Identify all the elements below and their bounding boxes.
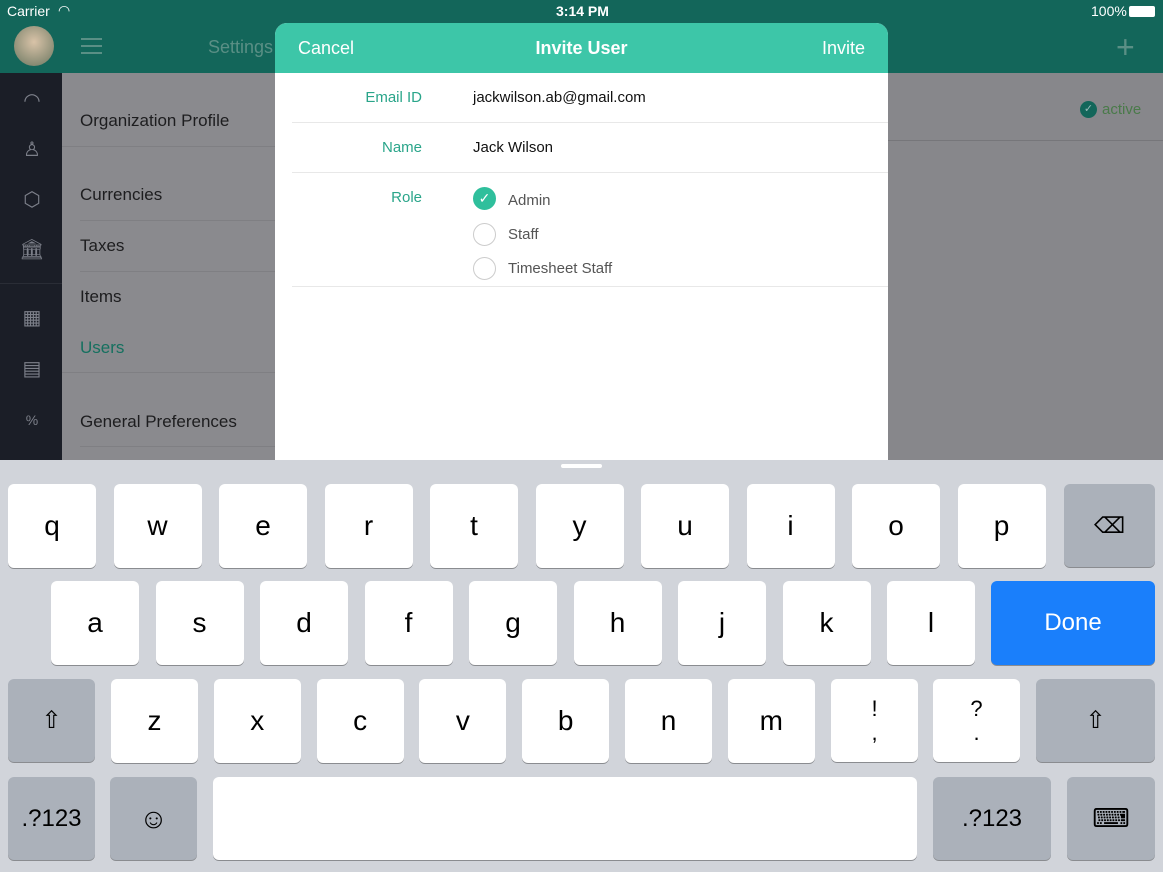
role-timesheet-staff-radio[interactable] [473,257,496,280]
menu-icon[interactable] [81,38,102,54]
numbers-right-key[interactable]: .?123 [933,777,1051,860]
battery-icon [1129,6,1155,17]
delete-key[interactable]: ⌫ [1064,484,1155,567]
key-e[interactable]: e [219,484,307,568]
status-badge: active [1102,101,1142,118]
page-title: Settings [208,37,274,57]
key-t[interactable]: t [430,484,518,568]
role-label: Role [391,189,422,206]
key-f[interactable]: f [364,581,453,665]
key-l[interactable]: l [887,581,975,665]
key-m[interactable]: m [727,679,815,763]
modal-title: Invite User [535,38,628,58]
key-h[interactable]: h [573,581,662,665]
emoji-key[interactable]: ☺ [110,777,197,860]
dismiss-keyboard-key[interactable]: ⌨ [1067,777,1155,860]
icon-sidebar: ◠ ♙ ⬡ 🏛 ▦ ▤ % [0,73,62,460]
wifi-icon: ◠ [58,2,71,18]
exclamation-comma-key[interactable]: ! , [831,679,918,762]
avatar[interactable] [14,26,54,66]
key-z[interactable]: z [111,679,198,763]
shift-right-key[interactable]: ⇧ [1036,679,1155,762]
settings-item-organization-profile[interactable]: Organization Profile [80,111,229,131]
modal-header: Cancel Invite User Invite [275,23,888,73]
keyboard-handle[interactable] [561,464,602,468]
settings-list: Organization Profile Currencies Taxes It… [62,73,275,460]
space-key[interactable] [213,777,917,860]
keyboard: qwertyuiopasdfghjklzxcvbnm ⌫ Done ⇧ ! , … [0,460,1163,872]
role-timesheet-staff-label[interactable]: Timesheet Staff [508,260,612,277]
items-box-icon[interactable]: ⬡ [19,187,45,213]
settings-item-currencies[interactable]: Currencies [80,185,162,205]
key-p[interactable]: p [957,484,1046,568]
role-staff-radio[interactable] [473,223,496,246]
invite-button[interactable]: Invite [822,38,865,59]
key-v[interactable]: v [419,679,507,763]
document-icon[interactable]: ▤ [19,356,45,382]
email-label: Email ID [365,89,422,106]
numbers-left-key[interactable]: .?123 [8,777,95,860]
role-admin-radio[interactable]: ✓ [473,187,496,210]
key-d[interactable]: d [260,581,348,665]
calculator-icon[interactable]: ▦ [19,305,45,331]
dashboard-icon[interactable]: ◠ [19,88,45,114]
role-staff-label[interactable]: Staff [508,226,539,243]
time: 3:14 PM [556,3,609,19]
settings-item-general-preferences[interactable]: General Preferences [80,412,237,432]
key-j[interactable]: j [678,581,766,665]
key-u[interactable]: u [641,484,729,568]
invite-user-modal: Cancel Invite User Invite Email ID jackw… [275,23,888,460]
banking-icon[interactable]: 🏛 [19,237,45,263]
add-icon[interactable]: + [1116,29,1135,66]
status-bar: Carrier ◠ 3:14 PM 100% [0,0,1163,23]
active-check-icon: ✓ [1080,101,1097,118]
key-r[interactable]: r [324,484,413,568]
settings-item-taxes[interactable]: Taxes [80,236,124,256]
key-g[interactable]: g [469,581,557,665]
user-detail-background: ✓ active [888,73,1163,460]
key-n[interactable]: n [625,679,712,763]
key-x[interactable]: x [213,679,301,763]
key-o[interactable]: o [852,484,940,568]
key-a[interactable]: a [51,581,139,665]
key-q[interactable]: q [8,484,96,568]
key-w[interactable]: w [113,484,202,568]
key-b[interactable]: b [522,679,610,763]
name-label: Name [381,139,422,156]
key-y[interactable]: y [535,484,624,568]
contacts-icon[interactable]: ♙ [19,137,45,163]
settings-item-users[interactable]: Users [80,338,124,358]
role-admin-label[interactable]: Admin [508,192,551,209]
email-field[interactable]: jackwilson.ab@gmail.com [473,89,646,106]
done-key[interactable]: Done [991,581,1155,665]
key-k[interactable]: k [782,581,871,665]
key-i[interactable]: i [746,484,835,568]
battery-percent: 100% [1091,3,1127,19]
key-s[interactable]: s [155,581,244,665]
question-period-key[interactable]: ? . [933,679,1020,762]
shift-left-key[interactable]: ⇧ [8,679,95,762]
tax-document-icon[interactable]: % [19,407,45,433]
carrier: Carrier [7,3,50,19]
settings-item-items[interactable]: Items [80,287,122,307]
key-c[interactable]: c [316,679,404,763]
name-field[interactable]: Jack Wilson [473,139,553,156]
